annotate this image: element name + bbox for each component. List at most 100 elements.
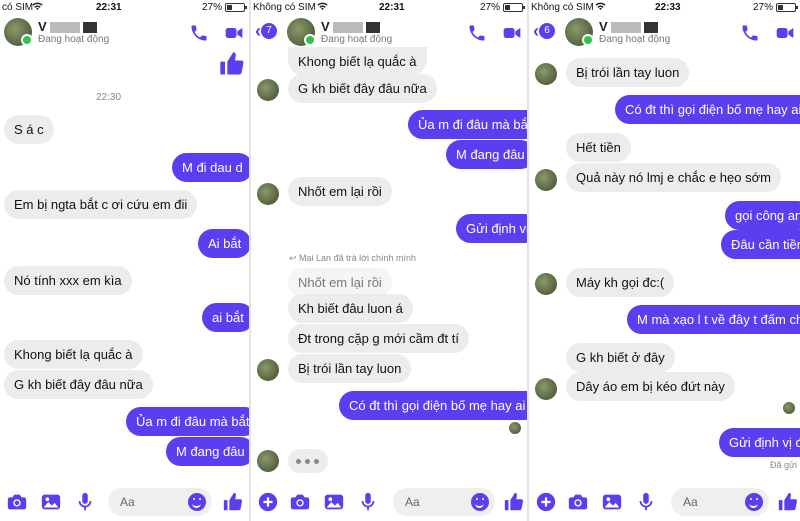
phone-icon[interactable] [467,23,487,43]
message-bubble[interactable]: Bị trói lần tay luon [566,58,690,87]
message-bubble[interactable]: Ai bắt [198,229,249,258]
message-bubble[interactable]: Máy kh gọi đc:( [566,268,675,297]
emoji-icon[interactable] [188,493,206,511]
battery-percent: 27% [201,2,222,13]
message-input[interactable]: Aa [671,488,769,516]
typing-indicator [288,449,328,473]
redacted-name-block [643,22,658,34]
battery-icon [225,3,247,12]
microphone-icon[interactable] [357,491,379,513]
message-bubble[interactable]: G kh biết ở đây [566,343,675,372]
message-bubble[interactable]: Hết tiền [566,133,631,162]
reply-indicator: ↩ Mai Lan đã trả lời chính mình [289,253,417,263]
clock: 22:31 [96,2,122,13]
message-bubble[interactable]: Khong biết lạ quắc à [4,340,143,369]
contact-name[interactable]: V [38,19,97,34]
message-bubble[interactable]: gọi công an [725,201,800,230]
video-call-icon[interactable] [501,23,523,43]
like-button-icon[interactable] [503,491,525,513]
gallery-icon[interactable] [40,491,62,513]
clock: 22:31 [379,2,405,13]
message-bubble[interactable]: M đang đâu [446,140,527,169]
contact-name[interactable]: V [321,19,380,34]
chat-panel-3: Không có SIM 22:33 27% ‹ 6 V Đang hoạt đ… [529,0,800,521]
avatar[interactable] [287,18,316,46]
sender-avatar [257,183,279,205]
active-status: Đang hoạt động [599,34,671,45]
redacted-name-block [82,22,97,34]
gallery-icon[interactable] [601,491,623,513]
typing-dot [305,459,310,464]
message-bubble[interactable]: Đâu cần tiền [721,230,800,259]
status-bar: Không có SIM 22:31 27% [251,0,527,16]
emoji-icon[interactable] [745,493,763,511]
wifi-icon [32,1,43,12]
message-bubble[interactable]: Ủa m đi đâu mà bắt [408,110,527,139]
battery-percent: 27% [752,2,773,13]
sender-avatar [535,273,557,295]
contact-name[interactable]: V [599,19,658,34]
message-bubble[interactable]: G kh biết đây đâu nữa [288,74,437,103]
chat-panel-2: Không có SIM 22:31 27% ‹ 7 V Đang hoạt đ… [251,0,527,521]
message-bubble[interactable]: Gửi định vị đi [719,428,800,457]
message-bubble[interactable]: M đang đâu [166,437,249,466]
typing-dot [296,459,301,464]
message-timestamp: 22:30 [96,92,122,103]
message-bubble[interactable]: Dây áo em bị kéo đứt này [566,372,735,401]
video-call-icon[interactable] [774,23,796,43]
battery-icon [776,3,798,12]
message-bubble[interactable]: Đt trong cặp g mới cầm đt tí [288,324,469,353]
active-status: Đang hoạt động [321,34,393,45]
like-button-icon[interactable] [222,491,244,513]
message-bubble[interactable]: Kh biết đâu luon á [288,294,413,323]
typing-dot [314,459,319,464]
microphone-icon[interactable] [635,491,657,513]
plus-icon[interactable] [257,491,279,513]
sender-avatar [535,63,557,85]
active-status: Đang hoạt động [38,34,110,45]
plus-icon[interactable] [535,491,557,513]
back-button[interactable]: ‹ 6 [533,22,555,40]
camera-icon[interactable] [6,491,28,513]
emoji-icon[interactable] [471,493,489,511]
message-bubble[interactable]: Quả này nó lmj e chắc e hẹo sớm [566,163,781,192]
message-bubble[interactable]: Nó tính xxx em kìa [4,266,132,295]
quoted-message[interactable]: Nhốt em lại rồi [288,268,392,297]
message-bubble[interactable]: M mà xạo l t về đây t đấm chết [627,305,800,334]
message-bubble[interactable]: M đi dau d [172,153,249,182]
sender-avatar [257,450,279,472]
wifi-icon [317,1,328,12]
avatar[interactable] [4,18,33,46]
message-bubble[interactable]: Gửi định vị [456,214,527,243]
video-call-icon[interactable] [223,23,245,43]
like-button-icon[interactable] [777,491,799,513]
back-button[interactable]: ‹ 7 [255,22,277,40]
microphone-icon[interactable] [74,491,96,513]
message-bubble[interactable]: Có đt thì gọi điện bố mẹ hay ai đi [339,391,527,420]
chat-header: ‹ 6 V Đang hoạt động [529,16,800,50]
camera-icon[interactable] [289,491,311,513]
delivery-status: Đã gửi [770,460,798,470]
message-bubble[interactable]: Có đt thì gọi điện bố mẹ hay ai đi [615,95,800,124]
redacted-name-block [365,22,380,34]
sender-avatar [535,378,557,400]
message-input[interactable]: Aa [393,488,495,516]
camera-icon[interactable] [567,491,589,513]
message-bubble[interactable]: Khong biết lạ quắc à [288,47,427,76]
status-bar: Không có SIM 22:33 27% [529,0,800,16]
clock: 22:33 [655,2,681,13]
message-bubble[interactable]: Bị trói lần tay luon [288,354,412,383]
phone-icon[interactable] [189,23,209,43]
message-bubble[interactable]: S á c [4,115,54,144]
message-bubble[interactable]: Em bị ngta bắt c ơi cứu em đii [4,190,198,219]
message-composer: Aa [251,483,527,521]
gallery-icon[interactable] [323,491,345,513]
message-bubble[interactable]: Ủa m đi đâu mà bắt [126,407,249,436]
message-bubble[interactable]: Nhốt em lại rồi [288,177,392,206]
message-bubble[interactable]: ai bắt [202,303,249,332]
phone-icon[interactable] [740,23,760,43]
message-composer: Aa [0,483,249,521]
message-bubble[interactable]: G kh biết đây đâu nữa [4,370,153,399]
avatar[interactable] [565,18,594,46]
message-input[interactable]: Aa [108,488,212,516]
